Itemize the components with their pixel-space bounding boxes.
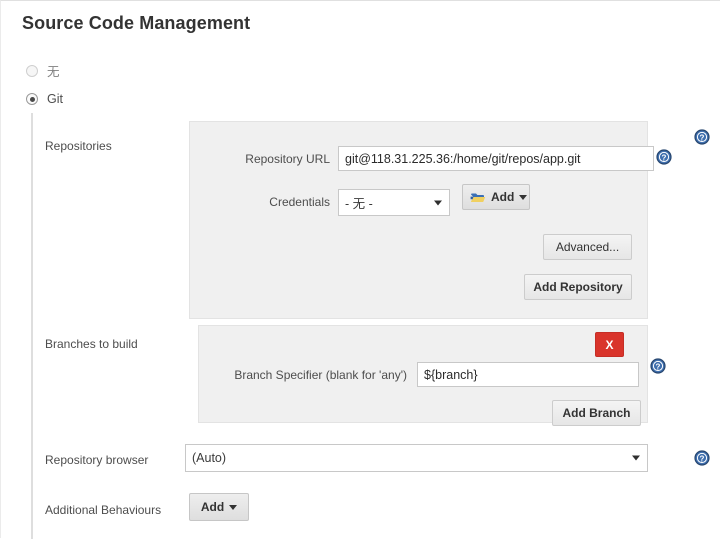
add-behaviour-label: Add bbox=[200, 500, 225, 514]
repository-url-label: Repository URL bbox=[245, 152, 330, 166]
add-behaviour-button[interactable]: Add bbox=[189, 493, 249, 521]
credentials-folder-icon bbox=[470, 191, 486, 203]
scm-radio-git[interactable]: Git bbox=[26, 92, 63, 106]
branches-panel: Branch Specifier (blank for 'any') ${bra… bbox=[198, 325, 648, 426]
scm-radio-none[interactable]: 无 bbox=[26, 61, 60, 80]
svg-text:?: ? bbox=[700, 133, 705, 142]
repository-browser-select[interactable]: (Auto) bbox=[185, 444, 648, 472]
repository-browser-value: (Auto) bbox=[192, 451, 227, 465]
scm-config-page: Source Code Management 无 Git Repositorie… bbox=[0, 0, 720, 539]
add-credentials-button[interactable]: Add bbox=[462, 184, 530, 210]
branch-specifier-label: Branch Specifier (blank for 'any') bbox=[234, 368, 407, 382]
repositories-panel: Repository URL git@118.31.225.36:/home/g… bbox=[189, 121, 672, 319]
add-credentials-label: Add bbox=[491, 190, 515, 204]
add-branch-button[interactable]: Add Branch bbox=[552, 400, 641, 426]
help-circle-icon[interactable]: ? bbox=[650, 358, 666, 374]
radio-indicator-git[interactable] bbox=[26, 93, 38, 105]
svg-text:?: ? bbox=[662, 153, 667, 162]
chevron-down-icon bbox=[519, 194, 528, 200]
page-title: Source Code Management bbox=[22, 13, 251, 33]
additional-behaviours-label: Additional Behaviours bbox=[45, 503, 162, 517]
scm-radio-git-label: Git bbox=[47, 92, 63, 106]
svg-text:?: ? bbox=[656, 362, 661, 371]
radio-indicator-none[interactable] bbox=[26, 64, 38, 77]
chevron-down-icon bbox=[229, 504, 238, 510]
svg-text:?: ? bbox=[700, 454, 705, 463]
branches-to-build-label: Branches to build bbox=[45, 337, 138, 351]
credentials-select-value: - 无 - bbox=[345, 197, 373, 211]
repositories-label: Repositories bbox=[45, 139, 112, 153]
help-circle-icon[interactable]: ? bbox=[656, 149, 672, 165]
git-settings-body: Repositories Repository URL git@118.31.2… bbox=[31, 113, 720, 539]
branch-specifier-input[interactable]: ${branch} bbox=[417, 362, 639, 387]
help-circle-icon[interactable]: ? bbox=[694, 450, 710, 466]
scm-radio-none-label: 无 bbox=[47, 65, 60, 79]
delete-branch-button[interactable]: X bbox=[595, 332, 624, 357]
chevron-down-icon bbox=[434, 200, 442, 205]
add-repository-button[interactable]: Add Repository bbox=[524, 274, 632, 300]
repository-url-input[interactable]: git@118.31.225.36:/home/git/repos/app.gi… bbox=[338, 146, 654, 171]
credentials-select[interactable]: - 无 - bbox=[338, 189, 450, 216]
repository-browser-label: Repository browser bbox=[45, 453, 149, 467]
credentials-label: Credentials bbox=[269, 195, 330, 209]
chevron-down-icon bbox=[632, 455, 640, 461]
advanced-button[interactable]: Advanced... bbox=[543, 234, 632, 260]
help-circle-icon[interactable]: ? bbox=[694, 129, 710, 145]
